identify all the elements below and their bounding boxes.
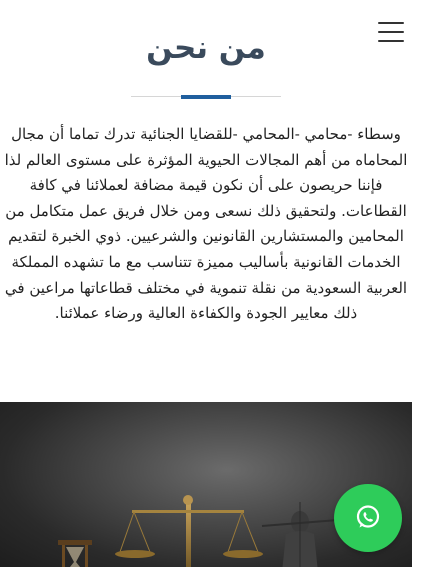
about-paragraph: وسطاء -محامي -المحامي -للقضايا الجنائية … xyxy=(4,125,408,323)
page: من نحن وسطاء -محامي -المحامي -للقضايا ال… xyxy=(0,0,423,567)
whatsapp-button[interactable] xyxy=(334,484,402,552)
title-accent-bar xyxy=(181,95,231,99)
whatsapp-icon xyxy=(356,505,380,528)
page-title: من نحن xyxy=(146,30,266,66)
menu-bar xyxy=(378,22,404,24)
